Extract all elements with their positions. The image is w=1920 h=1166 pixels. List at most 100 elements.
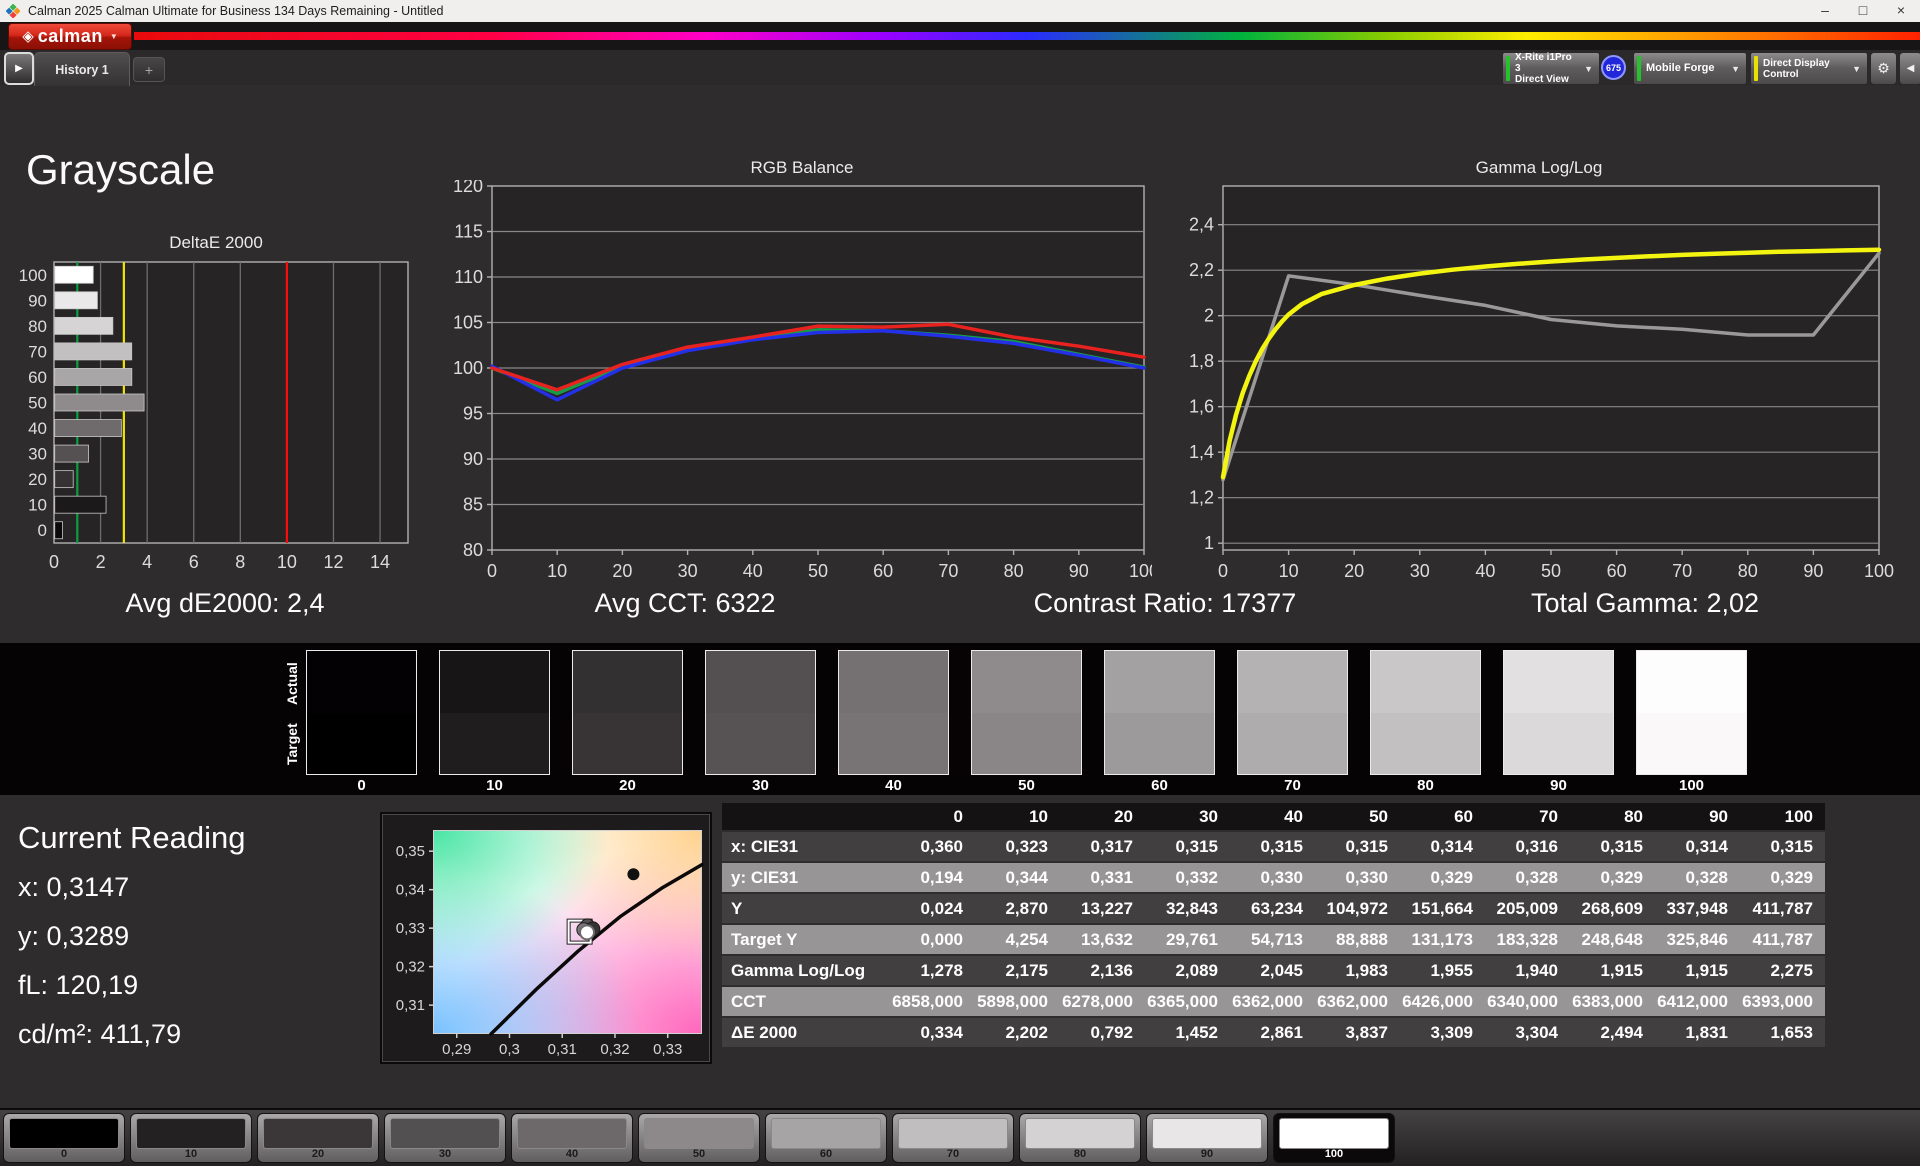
svg-text:30: 30 <box>1410 561 1430 581</box>
grayscale-swatch-50 <box>971 650 1082 775</box>
swatch-target <box>573 712 682 774</box>
table-row-label: x: CIE31 <box>731 836 799 856</box>
table-cell: 2,861 <box>1260 1022 1303 1042</box>
table-cell: 151,664 <box>1411 898 1473 918</box>
table-cell: 4,254 <box>1005 929 1048 949</box>
table-cell: 1,831 <box>1685 1022 1728 1042</box>
table-cell: 2,136 <box>1090 960 1133 980</box>
swatch-target <box>706 712 815 774</box>
svg-text:40: 40 <box>743 561 763 581</box>
svg-text:80: 80 <box>28 317 47 336</box>
patch-button-label: 100 <box>1324 1148 1344 1160</box>
svg-text:50: 50 <box>1541 561 1561 581</box>
svg-text:105: 105 <box>453 313 483 333</box>
table-column-header: 30 <box>1199 806 1218 826</box>
table-cell: 88,888 <box>1336 929 1388 949</box>
table-cell: 0,330 <box>1345 867 1388 887</box>
patch-button-10[interactable]: 10 <box>130 1113 252 1163</box>
tab-scroll-button[interactable]: ▶ <box>4 52 34 85</box>
minimize-button[interactable]: – <box>1806 0 1844 22</box>
current-reading-x: x: 0,3147 <box>18 872 130 902</box>
table-column-header: 50 <box>1369 806 1388 826</box>
svg-text:0,32: 0,32 <box>600 1041 629 1058</box>
svg-text:85: 85 <box>463 495 483 515</box>
table-row-target-y: Target Y 0,000 4,254 13,632 29,761 54,713 88,8… <box>722 925 1825 954</box>
table-cell: 3,304 <box>1515 1022 1558 1042</box>
add-tab-button[interactable]: + <box>133 57 165 82</box>
svg-text:80: 80 <box>1738 561 1758 581</box>
table-cell: 6393,000 <box>1742 991 1813 1011</box>
current-reading-title: Current Reading <box>18 820 246 855</box>
svg-text:100: 100 <box>453 358 483 378</box>
table-cell: 2,494 <box>1600 1022 1643 1042</box>
swatch-target <box>1371 712 1480 774</box>
patch-chip <box>9 1118 119 1149</box>
table-cell: 13,632 <box>1081 929 1133 949</box>
settings-button[interactable]: ⚙ <box>1870 52 1897 85</box>
grayscale-swatch-90 <box>1503 650 1614 775</box>
meter-mode: Direct View <box>1515 74 1569 85</box>
svg-text:50: 50 <box>28 394 47 413</box>
gear-icon: ⚙ <box>1877 60 1890 76</box>
tab-bar: ▶ History 1 + X-Rite i1Pro 3 Direct View… <box>0 50 1920 86</box>
svg-text:70: 70 <box>938 561 958 581</box>
swatch-level-label: 0 <box>357 777 366 794</box>
table-column-header: 60 <box>1454 806 1473 826</box>
titlebar: Calman 2025 Calman Ultimate for Business… <box>0 0 1920 22</box>
meter-dropdown[interactable]: X-Rite i1Pro 3 Direct View ▼ <box>1502 52 1600 85</box>
table-cell: 3,837 <box>1345 1022 1388 1042</box>
table-column-header: 80 <box>1624 806 1643 826</box>
target-row-label: Target <box>284 723 300 765</box>
patch-button-100[interactable]: 100 <box>1273 1113 1395 1163</box>
svg-text:60: 60 <box>1607 561 1627 581</box>
patch-button-80[interactable]: 80 <box>1019 1113 1141 1163</box>
svg-text:0,32: 0,32 <box>396 959 425 976</box>
table-cell: 5898,000 <box>977 991 1048 1011</box>
svg-text:14: 14 <box>370 552 390 572</box>
actual-row-label: Actual <box>284 662 300 706</box>
chevron-down-icon: ▼ <box>109 32 118 41</box>
table-row-y-cie31: y: CIE31 0,194 0,344 0,331 0,332 0,330 0,330 0,… <box>722 863 1825 892</box>
grayscale-swatch-40 <box>838 650 949 775</box>
table-cell: 0,334 <box>920 1022 963 1042</box>
table-cell: 13,227 <box>1081 898 1133 918</box>
chevron-left-icon: ◀ <box>1906 63 1915 74</box>
patch-button-90[interactable]: 90 <box>1146 1113 1268 1163</box>
patch-button-20[interactable]: 20 <box>257 1113 379 1163</box>
source-dropdown[interactable]: Mobile Forge ▼ <box>1633 52 1747 85</box>
table-cell: 411,787 <box>1752 898 1813 918</box>
patch-button-30[interactable]: 30 <box>384 1113 506 1163</box>
table-cell: 0,314 <box>1430 836 1473 856</box>
tab-history-1[interactable]: History 1 <box>34 52 130 86</box>
table-cell: 1,915 <box>1685 960 1728 980</box>
swatch-target <box>972 712 1081 774</box>
spectrum-bar <box>134 32 1920 40</box>
table-cell: 0,332 <box>1175 867 1218 887</box>
calman-menu-button[interactable]: ◈ calman ▼ <box>8 23 132 50</box>
table-cell: 1,955 <box>1430 960 1473 980</box>
patch-button-60[interactable]: 60 <box>765 1113 887 1163</box>
table-cell: 1,940 <box>1515 960 1558 980</box>
swatch-actual <box>1105 651 1214 713</box>
table-cell: 6412,000 <box>1657 991 1728 1011</box>
patch-button-70[interactable]: 70 <box>892 1113 1014 1163</box>
table-cell: 2,175 <box>1005 960 1048 980</box>
svg-text:0,29: 0,29 <box>442 1041 471 1058</box>
svg-text:30: 30 <box>678 561 698 581</box>
maximize-button[interactable]: □ <box>1844 0 1882 22</box>
table-cell: 0,328 <box>1685 867 1728 887</box>
collapse-panel-button[interactable]: ◀ <box>1899 52 1920 85</box>
svg-text:70: 70 <box>28 342 47 361</box>
patch-button-50[interactable]: 50 <box>638 1113 760 1163</box>
patch-button-0[interactable]: 0 <box>3 1113 125 1163</box>
table-cell: 0,314 <box>1685 836 1728 856</box>
svg-text:4: 4 <box>142 552 152 572</box>
patch-button-40[interactable]: 40 <box>511 1113 633 1163</box>
table-cell: 32,843 <box>1166 898 1218 918</box>
swatch-target <box>1637 712 1746 774</box>
display-control-dropdown[interactable]: Direct Display Control ▼ <box>1750 52 1868 85</box>
table-cell: 6362,000 <box>1317 991 1388 1011</box>
close-button[interactable]: × <box>1882 0 1920 22</box>
swatch-level-label: 60 <box>1151 777 1168 794</box>
svg-text:2,4: 2,4 <box>1189 215 1214 235</box>
